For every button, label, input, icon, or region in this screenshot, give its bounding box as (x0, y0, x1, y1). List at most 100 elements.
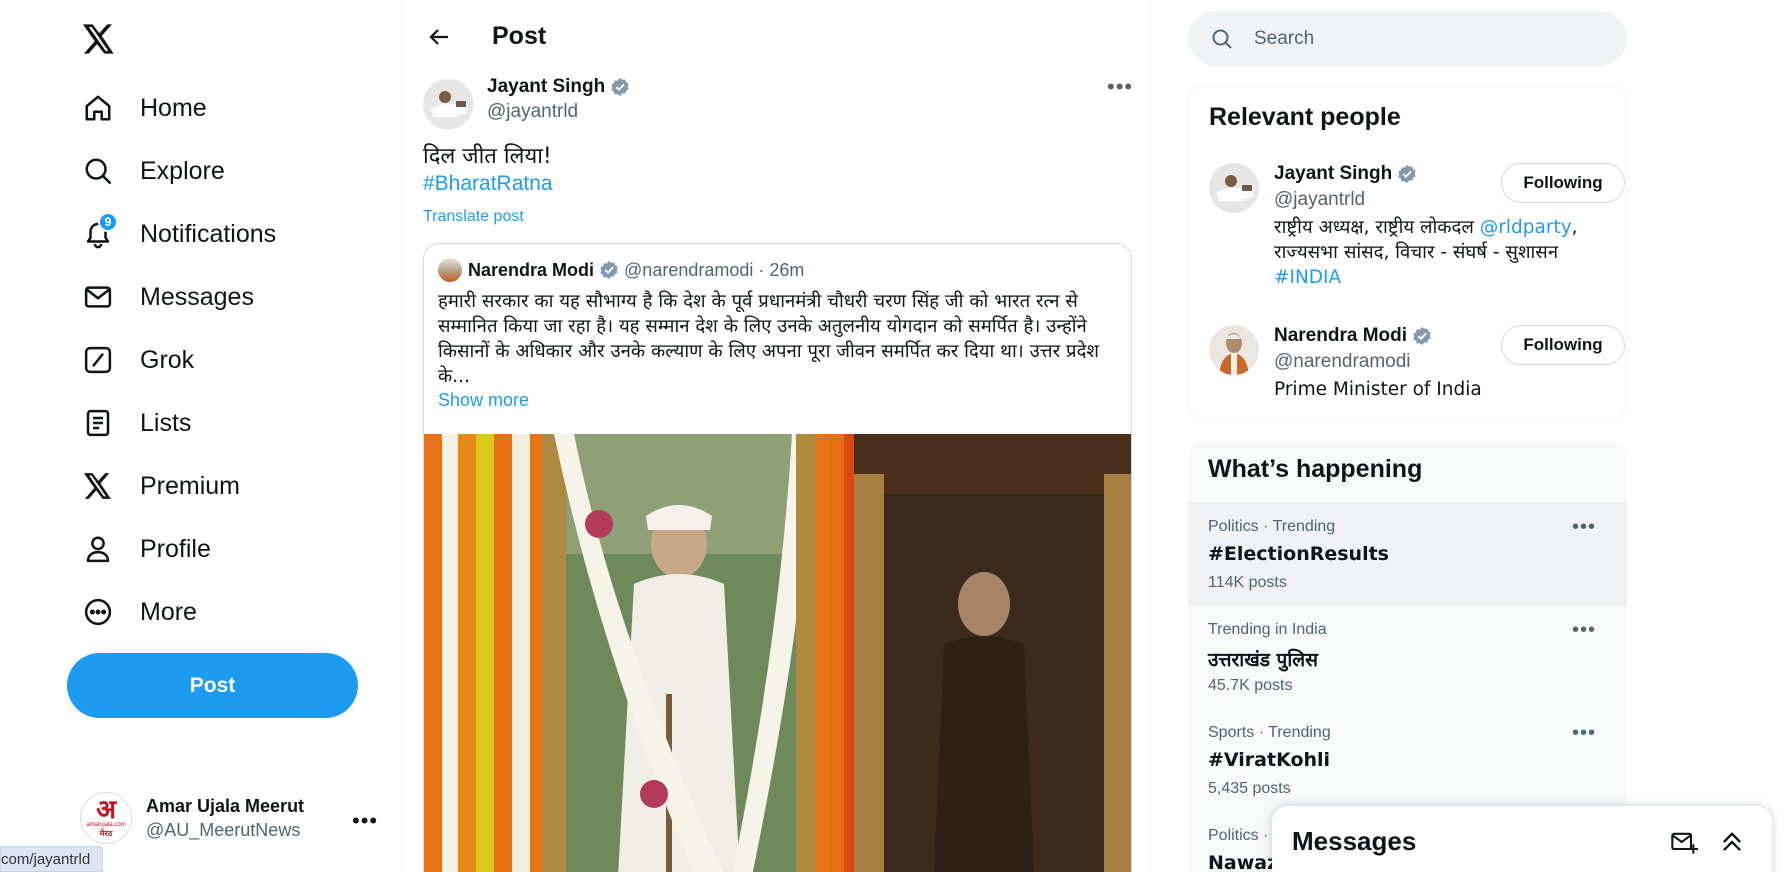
nav-premium-label: Premium (140, 471, 241, 500)
more-circle-icon (80, 594, 116, 630)
trend-name: #ViratKohli (1208, 749, 1331, 771)
messages-drawer[interactable]: Messages (1272, 806, 1772, 872)
nav-grok-label: Grok (140, 345, 195, 374)
post-button[interactable]: Post (67, 653, 358, 718)
left-sidebar: Home Explore 9 Notifications Messages Gr… (0, 0, 402, 872)
trend-count: 114K posts (1208, 574, 1287, 591)
trend-item[interactable]: Sports · Trending #ViratKohli 5,435 post… (1188, 708, 1627, 811)
nav-notifications[interactable]: 9 Notifications (80, 208, 276, 260)
bio-mention-link[interactable]: @rldparty (1480, 217, 1572, 238)
relevant-people-title: Relevant people (1209, 103, 1401, 131)
verified-badge-icon (1398, 164, 1416, 184)
trend-item[interactable]: Politics · Trending #ElectionResults 114… (1188, 502, 1627, 605)
x-logo-icon[interactable] (78, 18, 120, 60)
nav-premium[interactable]: Premium (80, 460, 240, 512)
more-options-icon[interactable]: ••• (352, 808, 378, 834)
following-button[interactable]: Following (1501, 325, 1625, 365)
post-author-handle[interactable]: @jayantrld (487, 101, 578, 123)
trend-name: #ElectionResults (1208, 543, 1389, 565)
post-text: दिल जीत लिया! (423, 144, 552, 169)
back-arrow-icon[interactable] (423, 20, 457, 54)
verified-badge-icon (1413, 326, 1431, 346)
quote-image[interactable] (424, 434, 1131, 872)
more-options-icon[interactable]: ••• (1107, 74, 1133, 100)
avatar-logo-city: मेरठ (99, 828, 113, 838)
person-name-text: Narendra Modi (1274, 325, 1408, 346)
avatar-logo-text: अ (96, 794, 116, 825)
trend-meta: Trending in India (1208, 621, 1327, 638)
trend-item[interactable]: Trending in India उत्तराखंड पुलिस 45.7K … (1188, 605, 1627, 708)
nav-lists[interactable]: Lists (80, 397, 191, 449)
home-icon (80, 90, 116, 126)
nav-explore[interactable]: Explore (80, 145, 225, 197)
avatar[interactable] (1209, 325, 1259, 375)
trend-count: 45.7K posts (1208, 677, 1293, 694)
person-name[interactable]: Narendra Modi (1274, 325, 1432, 347)
main-column: Post Jayant Singh @jayantrld ••• दिल जीत… (402, 0, 1151, 872)
show-more-link[interactable]: Show more (438, 390, 529, 411)
search-icon (1212, 29, 1232, 49)
nav-explore-label: Explore (140, 156, 225, 185)
person-bio: राष्ट्रीय अध्यक्ष, राष्ट्रीय लोकदल @rldp… (1274, 215, 1594, 290)
search-icon (80, 153, 116, 189)
chevron-double-up-icon[interactable] (1718, 828, 1746, 856)
search-box[interactable] (1188, 11, 1627, 66)
new-message-icon[interactable] (1670, 828, 1698, 856)
bell-icon: 9 (80, 212, 118, 252)
person-bio: Prime Minister of India (1274, 379, 1482, 400)
list-icon (80, 405, 116, 441)
following-button[interactable]: Following (1501, 163, 1625, 203)
more-options-icon[interactable]: ••• (1572, 516, 1596, 539)
quoted-post[interactable]: Narendra Modi @narendramodi · 26m हमारी … (423, 243, 1132, 872)
trend-count: 5,435 posts (1208, 780, 1291, 797)
nav-home[interactable]: Home (80, 82, 207, 134)
notification-badge: 9 (98, 212, 118, 232)
post-hashtag-link[interactable]: #BharatRatna (423, 172, 553, 196)
avatar: अ amarujala.com मेरठ (80, 792, 132, 844)
more-options-icon[interactable]: ••• (1572, 619, 1596, 642)
relevant-people-panel: Relevant people Jayant Singh @jayantrld … (1188, 86, 1627, 421)
bio-text: राष्ट्रीय अध्यक्ष, राष्ट्रीय लोकदल (1274, 217, 1480, 238)
nav-notifications-label: Notifications (140, 219, 277, 248)
search-input[interactable] (1254, 27, 1594, 50)
nav-profile[interactable]: Profile (80, 523, 211, 575)
trend-name: Nawaz (1208, 852, 1279, 872)
nav-home-label: Home (140, 93, 207, 122)
x-logo-icon (80, 468, 116, 504)
account-switcher[interactable]: अ amarujala.com मेरठ Amar Ujala Meerut @… (80, 788, 380, 848)
account-name: Amar Ujala Meerut (146, 795, 305, 816)
verified-badge-icon (600, 260, 618, 280)
person-handle[interactable]: @narendramodi (1274, 351, 1411, 373)
person-name[interactable]: Jayant Singh (1274, 163, 1417, 185)
nav-messages[interactable]: Messages (80, 271, 254, 323)
person-name-text: Jayant Singh (1274, 163, 1393, 184)
nav-more[interactable]: More (80, 586, 197, 638)
quote-text: हमारी सरकार का यह सौभाग्य है कि देश के प… (438, 291, 1099, 387)
right-sidebar: Relevant people Jayant Singh @jayantrld … (1151, 0, 1787, 872)
page-title: Post (492, 22, 547, 50)
trend-meta: Sports · Trending (1208, 724, 1331, 741)
post-author-name-text: Jayant Singh (487, 76, 606, 97)
trend-meta: Politics · Trending (1208, 518, 1336, 535)
person-handle[interactable]: @jayantrld (1274, 189, 1365, 211)
avatar[interactable] (1209, 163, 1259, 213)
trends-title: What’s happening (1208, 455, 1423, 483)
quote-author-name: Narendra Modi (468, 259, 595, 280)
more-options-icon[interactable]: ••• (1572, 722, 1596, 745)
nav-lists-label: Lists (140, 408, 192, 437)
envelope-icon (80, 279, 116, 315)
avatar[interactable] (423, 79, 473, 129)
trend-meta: Politics · (1208, 827, 1269, 844)
quote-author-handle: @narendramodi (624, 259, 754, 280)
nav-messages-label: Messages (140, 282, 254, 311)
person-icon (80, 531, 116, 567)
post-author-name[interactable]: Jayant Singh (487, 76, 630, 98)
account-handle: @AU_MeerutNews (146, 819, 301, 840)
translate-post-link[interactable]: Translate post (423, 208, 524, 226)
status-bar-url: com/jayantrld (0, 846, 104, 872)
bio-hashtag-link[interactable]: #INDIA (1274, 267, 1341, 288)
nav-profile-label: Profile (140, 534, 211, 563)
verified-badge-icon (611, 77, 629, 97)
grok-icon (80, 342, 116, 378)
nav-grok[interactable]: Grok (80, 334, 194, 386)
